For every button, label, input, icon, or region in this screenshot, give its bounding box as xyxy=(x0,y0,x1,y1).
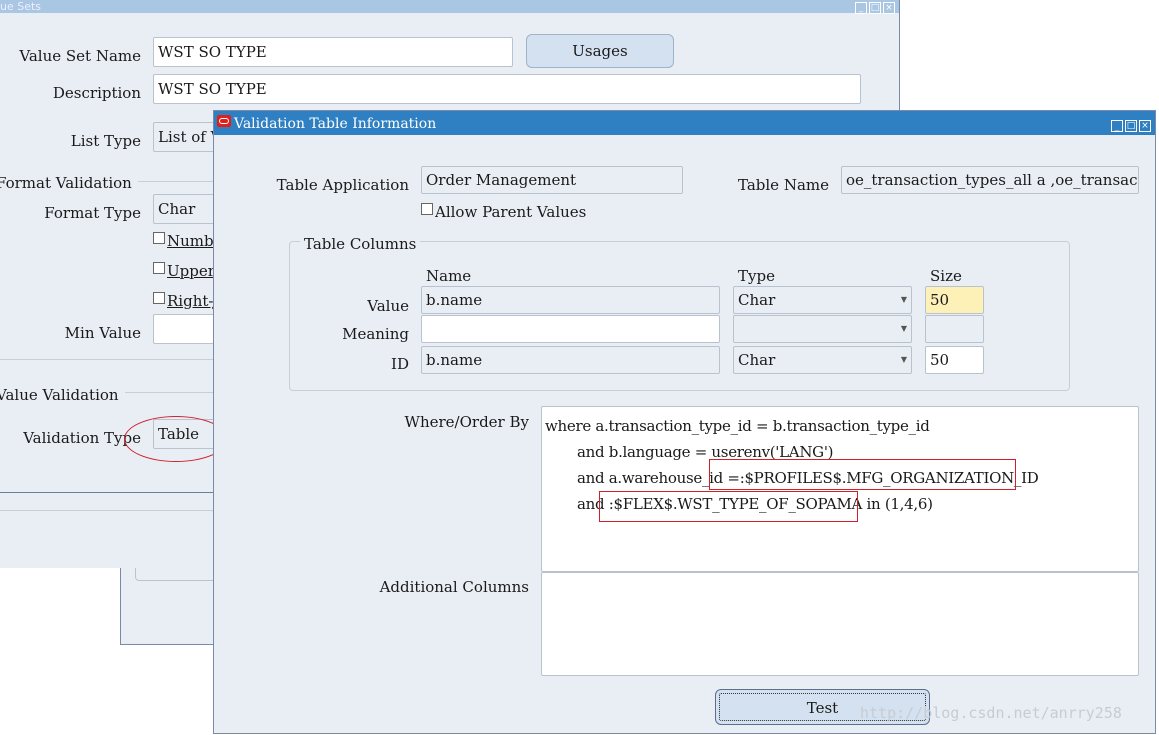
back-title-bar: ue Sets _ □ × xyxy=(0,0,899,14)
right-justify-checkbox[interactable]: Right-j xyxy=(153,292,218,310)
value-set-name-input[interactable]: WST SO TYPE xyxy=(153,37,513,67)
back-window-controls[interactable]: _ □ × xyxy=(853,0,895,14)
size-column-header: Size xyxy=(930,267,962,285)
chevron-down-icon: ▼ xyxy=(900,355,907,364)
table-name-field[interactable]: oe_transaction_types_all a ,oe_transacti… xyxy=(841,166,1139,194)
table-name-label: Table Name xyxy=(738,176,829,194)
allow-parent-values-checkbox[interactable]: Allow Parent Values xyxy=(421,203,586,221)
value-type-select[interactable]: Char ▼ xyxy=(733,286,912,314)
name-column-header: Name xyxy=(426,267,472,285)
additional-columns-textarea[interactable] xyxy=(541,572,1139,676)
id-name-field[interactable]: b.name xyxy=(421,346,720,374)
format-validation-label: Format Validation xyxy=(0,174,138,192)
meaning-type-select[interactable]: ▼ xyxy=(733,315,912,343)
id-size-input[interactable]: 50 xyxy=(925,346,984,374)
min-value-label: Min Value xyxy=(64,324,141,342)
chevron-down-icon: ▼ xyxy=(900,324,907,333)
dialog-window-controls[interactable]: _ □ × xyxy=(1109,111,1151,137)
oracle-logo-icon xyxy=(217,115,231,127)
watermark: http://blog.csdn.net/anrry258 xyxy=(860,704,1122,722)
id-type-select[interactable]: Char ▼ xyxy=(733,346,912,374)
value-validation-label: Value Validation xyxy=(0,386,125,404)
table-application-field[interactable]: Order Management xyxy=(421,166,683,194)
where-order-by-label: Where/Order By xyxy=(404,413,529,431)
value-name-field[interactable]: b.name xyxy=(421,286,720,314)
meaning-size-field[interactable] xyxy=(925,315,984,343)
flex-highlight-box xyxy=(599,491,858,522)
dialog-title-bar: Validation Table Information _ □ × xyxy=(214,111,1155,135)
format-type-label: Format Type xyxy=(44,204,141,222)
table-application-label: Table Application xyxy=(276,176,409,194)
meaning-name-input[interactable] xyxy=(421,315,720,343)
value-size-input[interactable]: 50 xyxy=(925,286,984,314)
profile-highlight-box xyxy=(709,459,1016,490)
chevron-down-icon: ▼ xyxy=(900,295,907,304)
description-input[interactable]: WST SO TYPE xyxy=(153,74,861,104)
id-row-label: ID xyxy=(391,355,409,373)
value-set-name-label: Value Set Name xyxy=(19,47,141,65)
type-column-header: Type xyxy=(738,267,775,285)
description-label: Description xyxy=(52,84,141,102)
meaning-row-label: Meaning xyxy=(342,325,409,343)
validation-table-dialog: Validation Table Information _ □ × Table A… xyxy=(213,110,1156,734)
usages-button[interactable]: Usages xyxy=(526,34,674,68)
list-type-label: List Type xyxy=(70,132,141,150)
value-row-label: Value xyxy=(367,297,409,315)
back-window-title: ue Sets xyxy=(0,0,42,13)
additional-columns-label: Additional Columns xyxy=(379,578,529,596)
dialog-title: Validation Table Information xyxy=(234,116,437,132)
table-columns-label: Table Columns xyxy=(300,235,421,253)
